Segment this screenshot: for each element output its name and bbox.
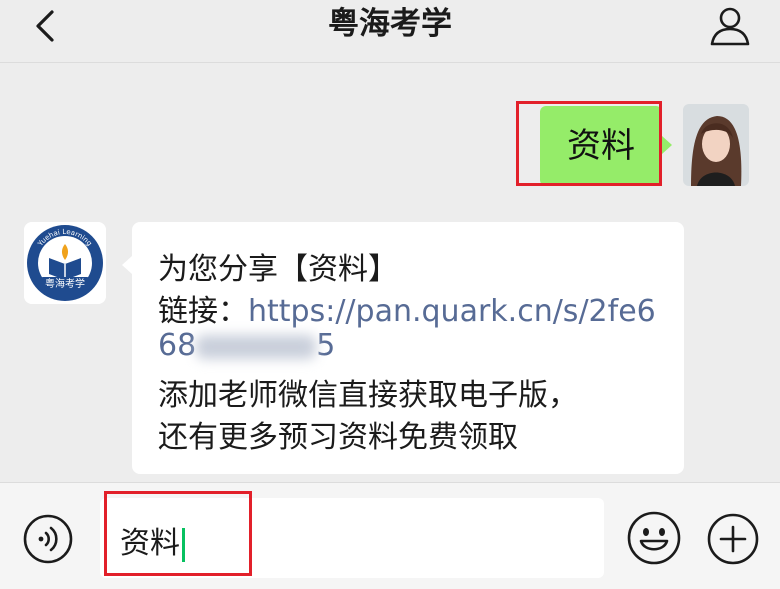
plus-circle-icon[interactable] — [706, 512, 760, 566]
message-line-2: 链接：https://pan.quark.cn/s/2fe6 — [158, 286, 656, 330]
redacted-blur — [196, 334, 317, 359]
input-text: 资料 — [120, 526, 180, 561]
link-start: 68 — [158, 328, 197, 363]
logo-text: 粤海考学 — [45, 277, 85, 290]
link-end: 5 — [316, 328, 336, 363]
outgoing-message-bubble[interactable]: 资料 — [540, 106, 672, 186]
person-icon[interactable] — [708, 4, 752, 48]
emoji-icon[interactable] — [626, 510, 682, 566]
message-input[interactable]: 资料 — [100, 498, 604, 578]
message-line-4: 添加老师微信直接获取电子版， — [158, 378, 578, 413]
chat-title: 粤海考学 — [328, 6, 452, 42]
avatar[interactable] — [683, 104, 749, 186]
share-link[interactable]: https://pan.quark.cn/s/2fe6 — [248, 294, 656, 329]
message-line-5: 还有更多预习资料免费领取 — [158, 420, 518, 455]
link-prefix: 链接： — [158, 294, 248, 329]
chat-header: 粤海考学 — [0, 0, 780, 63]
avatar-photo — [683, 104, 749, 186]
message-line-3[interactable]: 68 5 — [158, 328, 335, 363]
yuehai-logo: 粤海考学 Yuehai Learning — [24, 222, 106, 304]
incoming-message-bubble[interactable]: 为您分享【资料】 链接：https://pan.quark.cn/s/2fe6 … — [122, 222, 684, 474]
voice-icon[interactable] — [22, 513, 74, 565]
outgoing-message-text: 资料 — [567, 126, 635, 166]
message-line-1: 为您分享【资料】 — [158, 252, 398, 287]
text-caret — [182, 527, 185, 562]
sender-avatar[interactable]: 粤海考学 Yuehai Learning — [24, 222, 106, 304]
